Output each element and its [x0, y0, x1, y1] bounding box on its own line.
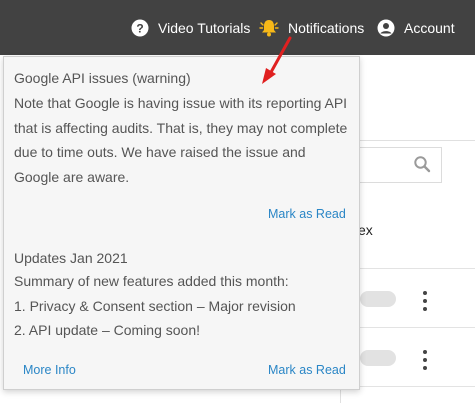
- notification-line: Summary of new features added this month…: [14, 273, 289, 289]
- top-navigation-bar: ? Video Tutorials Notifications Account: [0, 0, 475, 55]
- notification-title: Updates Jan 2021: [14, 250, 128, 266]
- notification-line: 2. API update – Coming soon!: [14, 322, 201, 338]
- mark-as-read-link[interactable]: Mark as Read: [268, 363, 346, 377]
- account-link[interactable]: Account: [377, 0, 455, 55]
- notifications-label: Notifications: [288, 19, 365, 36]
- more-options-icon[interactable]: [416, 350, 434, 370]
- video-tutorials-link[interactable]: ? Video Tutorials: [131, 0, 250, 55]
- notifications-dropdown: Google API issues (warning) Note that Go…: [3, 56, 360, 390]
- column-header-fragment: ex: [358, 222, 373, 238]
- video-tutorials-label: Video Tutorials: [158, 19, 251, 36]
- more-info-link[interactable]: More Info: [23, 363, 76, 377]
- user-circle-icon: [377, 19, 395, 37]
- more-options-icon[interactable]: [416, 291, 434, 311]
- row-divider: [340, 268, 475, 269]
- mark-as-read-link[interactable]: Mark as Read: [268, 207, 346, 221]
- search-icon[interactable]: [413, 155, 431, 178]
- toggle-switch[interactable]: [360, 291, 396, 307]
- annotation-arrow-icon: [262, 36, 292, 84]
- svg-text:?: ?: [136, 21, 143, 35]
- row-divider: [340, 386, 475, 387]
- notification-body: Note that Google is having issue with it…: [14, 95, 348, 185]
- notification-body: Summary of new features added this month…: [14, 269, 354, 343]
- toggle-switch[interactable]: [360, 350, 396, 366]
- notification-line: 1. Privacy & Consent section – Major rev…: [14, 297, 296, 314]
- notification-title: Google API issues (warning): [14, 70, 191, 86]
- account-label: Account: [404, 19, 455, 36]
- question-circle-icon: ?: [131, 19, 149, 37]
- row-divider: [340, 327, 475, 328]
